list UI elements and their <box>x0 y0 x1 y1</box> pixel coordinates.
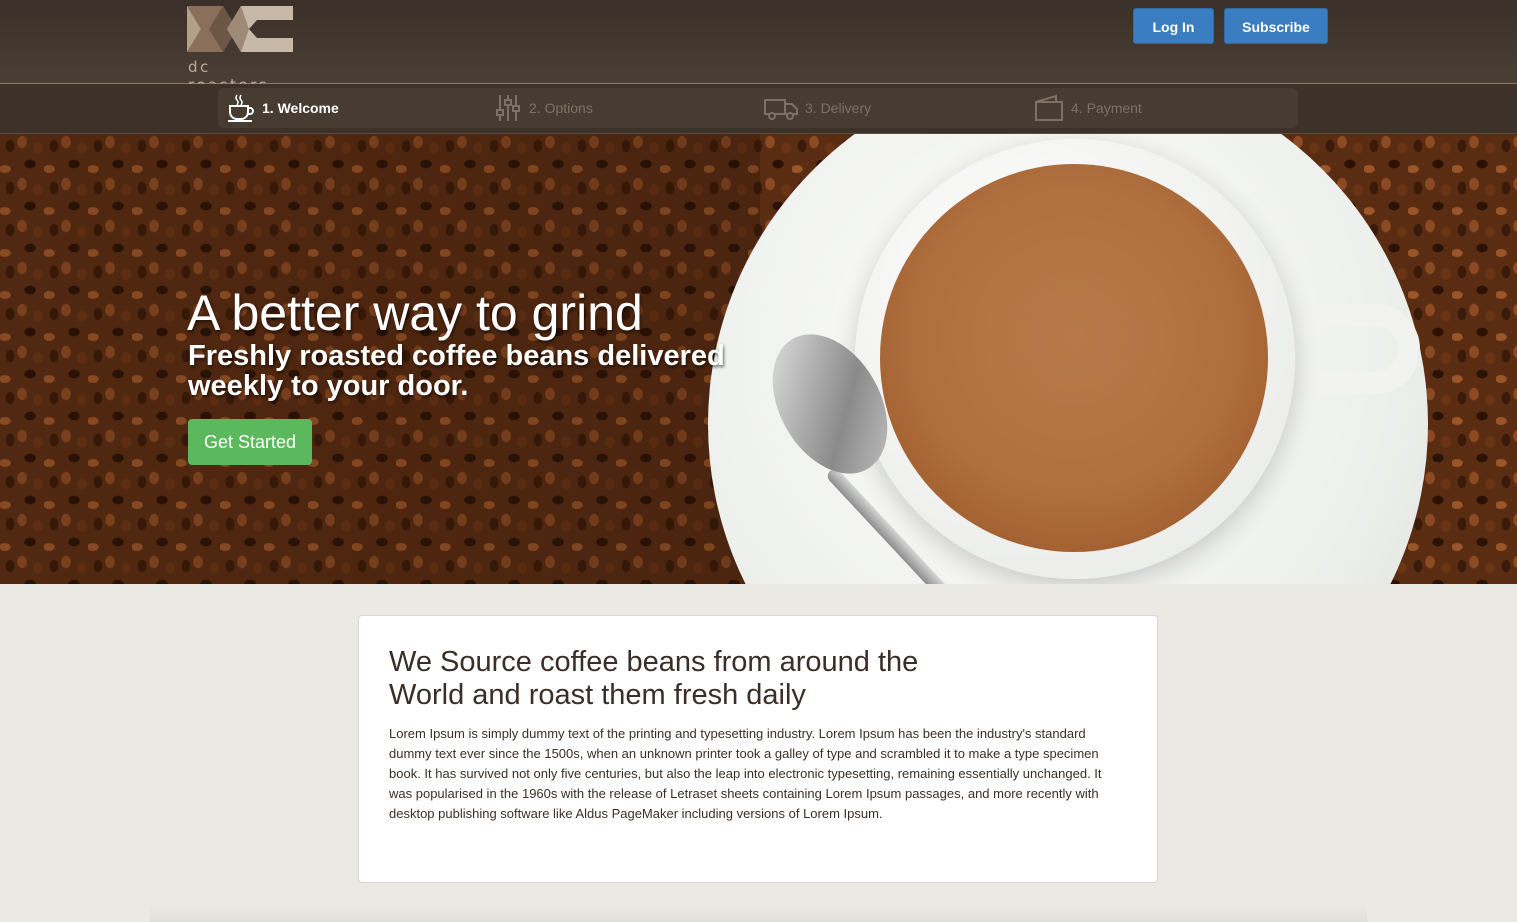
get-started-button[interactable]: Get Started <box>188 419 312 465</box>
coffee-image <box>880 164 1268 552</box>
content-card: We Source coffee beans from around the W… <box>358 615 1158 883</box>
card-title: We Source coffee beans from around the W… <box>389 646 919 711</box>
hero-title: A better way to grind <box>187 285 643 341</box>
step-label: 1. Welcome <box>262 100 339 116</box>
subscribe-button[interactable]: Subscribe <box>1224 8 1328 44</box>
logo-mark-icon <box>187 6 293 52</box>
login-button[interactable]: Log In <box>1133 8 1214 44</box>
wallet-icon <box>1035 94 1063 121</box>
step-delivery[interactable]: 3. Delivery <box>763 88 871 128</box>
steps-bar: 1. Welcome 2. Options 3. Delivery 4. Pay… <box>0 84 1517 134</box>
steps-nav: 1. Welcome 2. Options 3. Delivery 4. Pay… <box>218 88 1298 128</box>
hero-banner: A better way to grind Freshly roasted co… <box>0 134 1517 584</box>
truck-icon <box>764 99 798 120</box>
coffee-cup-icon <box>228 94 254 122</box>
logo[interactable]: dc roasters <box>187 6 297 94</box>
step-payment[interactable]: 4. Payment <box>1033 88 1142 128</box>
sliders-icon <box>496 95 520 121</box>
hero-subtitle: Freshly roasted coffee beans delivered w… <box>188 340 725 402</box>
step-label: 4. Payment <box>1071 100 1142 116</box>
step-welcome[interactable]: 1. Welcome <box>226 88 339 128</box>
step-label: 3. Delivery <box>805 100 872 116</box>
step-options[interactable]: 2. Options <box>493 88 593 128</box>
top-header: dc roasters Log In Subscribe <box>0 0 1517 94</box>
step-label: 2. Options <box>529 100 593 116</box>
card-body: Lorem Ipsum is simply dummy text of the … <box>389 726 1102 821</box>
